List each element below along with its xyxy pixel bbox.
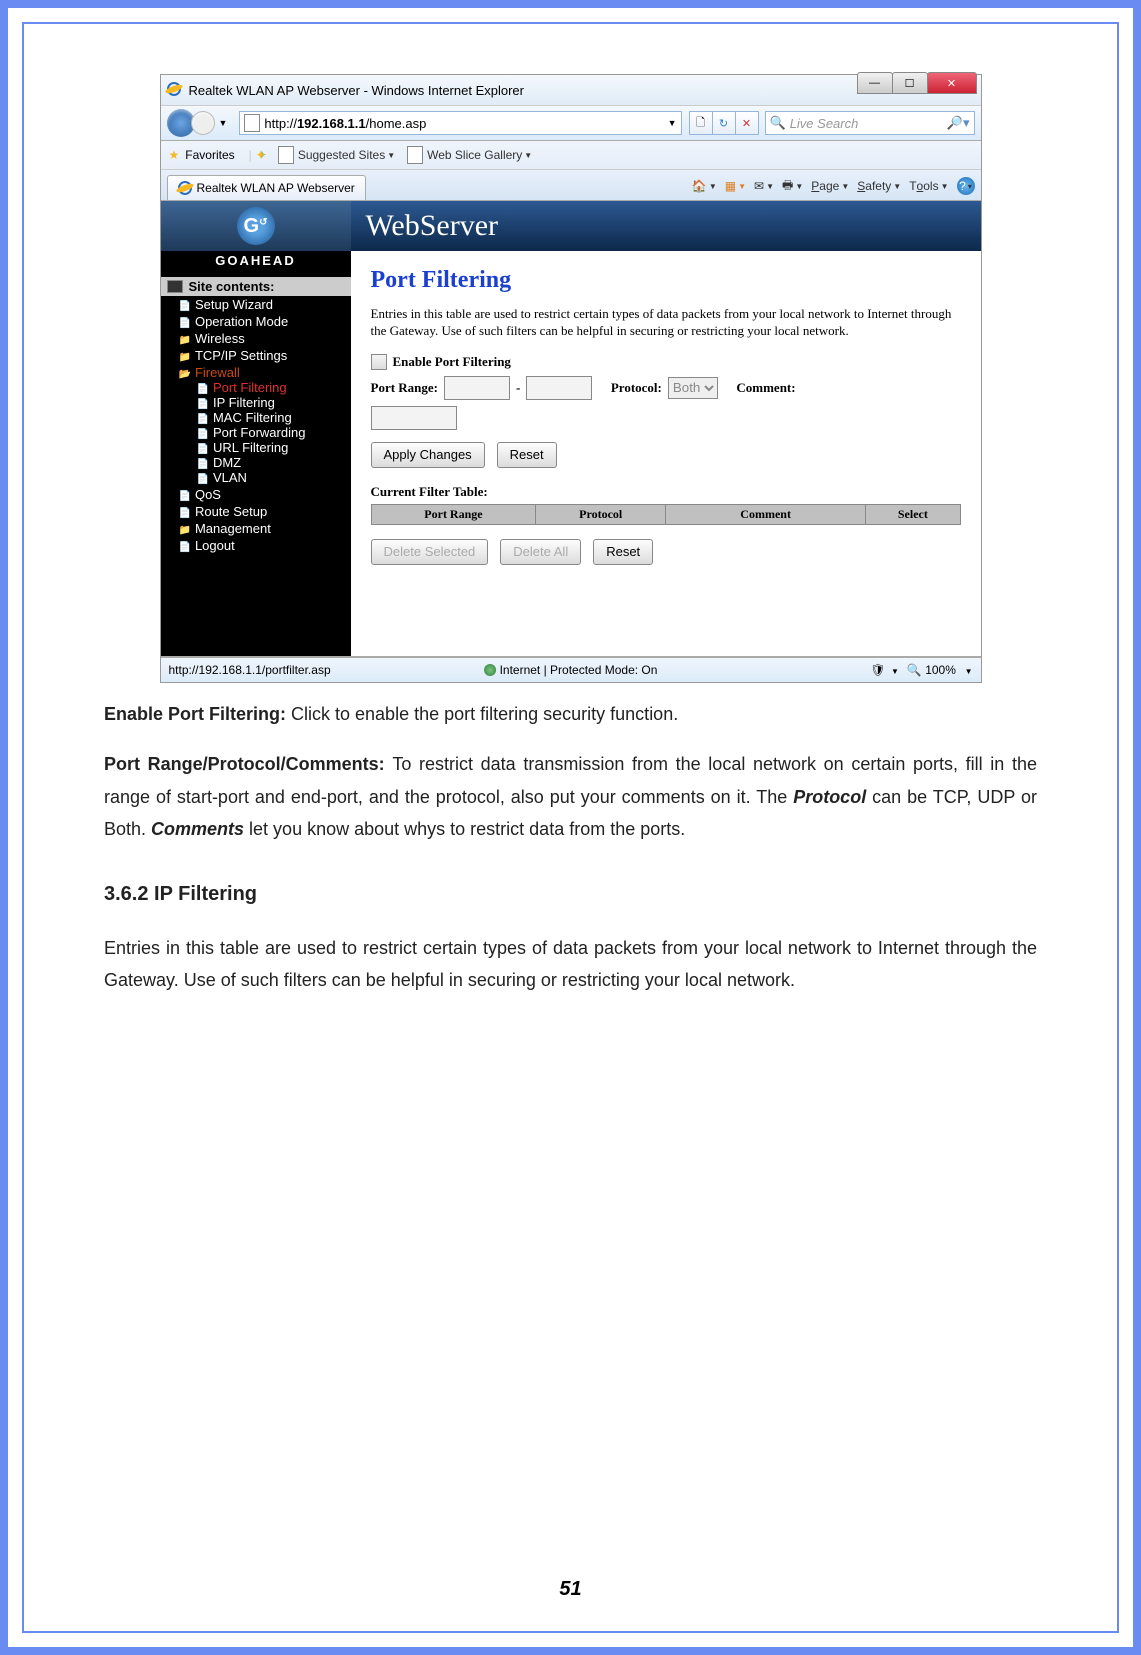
sidebar-item-mgmt[interactable]: Management bbox=[179, 520, 351, 537]
status-mode: Internet | Protected Mode: On bbox=[500, 663, 658, 677]
suggested-sites-link[interactable]: Suggested Sites ▼ bbox=[278, 146, 395, 164]
th-port-range: Port Range bbox=[371, 504, 536, 524]
search-box[interactable]: 🔍 Live Search 🔎▾ bbox=[765, 111, 975, 135]
window-title: Realtek WLAN AP Webserver - Windows Inte… bbox=[189, 83, 524, 98]
maximize-button[interactable]: ☐ bbox=[892, 72, 928, 94]
window-titlebar: Realtek WLAN AP Webserver - Windows Inte… bbox=[161, 75, 981, 105]
history-dropdown-icon[interactable]: ▼ bbox=[219, 118, 228, 128]
sidebar-item-firewall[interactable]: Firewall Port Filtering IP Filtering MAC… bbox=[179, 364, 351, 486]
browser-tab[interactable]: Realtek WLAN AP Webserver bbox=[167, 175, 366, 200]
port-start-input[interactable] bbox=[444, 376, 510, 400]
th-comment: Comment bbox=[665, 504, 865, 524]
print-icon[interactable]: 🖶▼ bbox=[782, 176, 803, 197]
sidebar-item-route[interactable]: Route Setup bbox=[179, 503, 351, 520]
delete-all-button[interactable]: Delete All bbox=[500, 539, 581, 565]
page-number: 51 bbox=[24, 1578, 1117, 1601]
add-favorite-icon[interactable]: ✦ bbox=[256, 148, 266, 162]
doc-body: Enable Port Filtering: Click to enable t… bbox=[104, 698, 1037, 996]
sidebar-item-urlfilter[interactable]: URL Filtering bbox=[197, 440, 351, 455]
status-bar: http://192.168.1.1/portfilter.asp Intern… bbox=[161, 657, 981, 682]
home-icon[interactable]: 🏠▼ bbox=[692, 179, 717, 193]
favorites-star-icon[interactable]: ★ bbox=[169, 148, 180, 162]
protocol-select[interactable]: Both bbox=[668, 377, 718, 399]
sidebar-item-macfilter[interactable]: MAC Filtering bbox=[197, 410, 351, 425]
ie-icon bbox=[167, 82, 183, 98]
table-title: Current Filter Table: bbox=[371, 484, 961, 500]
sidebar-item-qos[interactable]: QoS bbox=[179, 486, 351, 503]
globe-icon bbox=[484, 664, 496, 676]
sidebar-item-dmz[interactable]: DMZ bbox=[197, 455, 351, 470]
comment-input[interactable] bbox=[371, 406, 457, 430]
protected-mode-icon[interactable]: 🛡 ▼ bbox=[870, 663, 899, 677]
page-description: Entries in this table are used to restri… bbox=[371, 306, 961, 340]
enable-checkbox[interactable] bbox=[371, 354, 387, 370]
refresh-button[interactable]: ↻ bbox=[712, 111, 736, 135]
favorites-label[interactable]: Favorites bbox=[185, 148, 234, 162]
ie-icon bbox=[178, 181, 192, 195]
sidebar-item-setup[interactable]: Setup Wizard bbox=[179, 296, 351, 313]
filter-table: Port Range Protocol Comment Select bbox=[371, 504, 961, 525]
banner: WebServer bbox=[351, 201, 981, 251]
main-panel: WebServer Port Filtering Entries in this… bbox=[351, 201, 981, 656]
port-end-input[interactable] bbox=[526, 376, 592, 400]
th-protocol: Protocol bbox=[536, 504, 666, 524]
screenshot: Realtek WLAN AP Webserver - Windows Inte… bbox=[160, 74, 982, 683]
forward-button[interactable] bbox=[191, 111, 215, 135]
stop-button[interactable]: ✕ bbox=[735, 111, 759, 135]
sidebar-item-vlan[interactable]: VLAN bbox=[197, 470, 351, 485]
minimize-button[interactable]: — bbox=[857, 72, 893, 94]
nav-bar: ▼ http://192.168.1.1/home.asp ▼ 🗋 ↻ ✕ 🔍 … bbox=[161, 105, 981, 141]
port-range-label: Port Range: bbox=[371, 380, 439, 396]
section-text: Entries in this table are used to restri… bbox=[104, 932, 1037, 997]
reset-button[interactable]: Reset bbox=[497, 442, 557, 468]
tab-bar: Realtek WLAN AP Webserver 🏠▼ ▦▼ ✉▼ 🖶▼ Pa… bbox=[161, 170, 981, 201]
brand-label: GOAHEAD bbox=[161, 251, 351, 277]
logo: G↺ bbox=[161, 201, 351, 251]
range-heading: Port Range/Protocol/Comments: bbox=[104, 754, 392, 774]
delete-selected-button[interactable]: Delete Selected bbox=[371, 539, 489, 565]
sidebar-item-logout[interactable]: Logout bbox=[179, 537, 351, 554]
web-slice-link[interactable]: Web Slice Gallery ▼ bbox=[407, 146, 532, 164]
page-title: Port Filtering bbox=[371, 267, 961, 294]
protocol-label: Protocol: bbox=[611, 380, 662, 396]
sidebar-item-portfwd[interactable]: Port Forwarding bbox=[197, 425, 351, 440]
sidebar-item-portfilter[interactable]: Port Filtering bbox=[197, 380, 351, 395]
address-bar[interactable]: http://192.168.1.1/home.asp ▼ bbox=[239, 111, 681, 135]
zoom-control[interactable]: 🔍 100% ▼ bbox=[907, 663, 973, 677]
apply-button[interactable]: Apply Changes bbox=[371, 442, 485, 468]
reset-table-button[interactable]: Reset bbox=[593, 539, 653, 565]
comment-label: Comment: bbox=[736, 380, 795, 396]
section-heading: 3.6.2 IP Filtering bbox=[104, 876, 1037, 912]
page-icon bbox=[244, 114, 260, 132]
sidebar-item-opmode[interactable]: Operation Mode bbox=[179, 313, 351, 330]
page-menu[interactable]: Page▼ bbox=[811, 179, 849, 193]
search-icon: 🔍 bbox=[770, 115, 786, 131]
sidebar-item-wireless[interactable]: Wireless bbox=[179, 330, 351, 347]
tools-menu[interactable]: Tools▼ bbox=[909, 179, 948, 193]
status-url: http://192.168.1.1/portfilter.asp bbox=[169, 663, 331, 677]
enable-heading: Enable Port Filtering: bbox=[104, 704, 291, 724]
refresh-compat-icon[interactable]: 🗋 bbox=[689, 111, 713, 135]
sidebar-item-ipfilter[interactable]: IP Filtering bbox=[197, 395, 351, 410]
feeds-icon[interactable]: ▦▼ bbox=[725, 179, 746, 193]
sidebar: G↺ GOAHEAD Site contents: Setup Wizard O… bbox=[161, 201, 351, 656]
favorites-bar: ★ Favorites | ✦ Suggested Sites ▼ Web Sl… bbox=[161, 141, 981, 170]
help-icon[interactable]: ?▾ bbox=[957, 177, 975, 195]
safety-menu[interactable]: Safety▼ bbox=[857, 179, 901, 193]
enable-label: Enable Port Filtering bbox=[393, 354, 511, 370]
th-select: Select bbox=[866, 504, 960, 524]
sidebar-item-tcpip[interactable]: TCP/IP Settings bbox=[179, 347, 351, 364]
close-button[interactable]: ✕ bbox=[927, 72, 977, 94]
monitor-icon bbox=[167, 280, 183, 293]
sidebar-header: Site contents: bbox=[161, 277, 351, 296]
mail-icon[interactable]: ✉▼ bbox=[754, 179, 774, 193]
search-go-icon[interactable]: 🔎▾ bbox=[947, 115, 970, 131]
